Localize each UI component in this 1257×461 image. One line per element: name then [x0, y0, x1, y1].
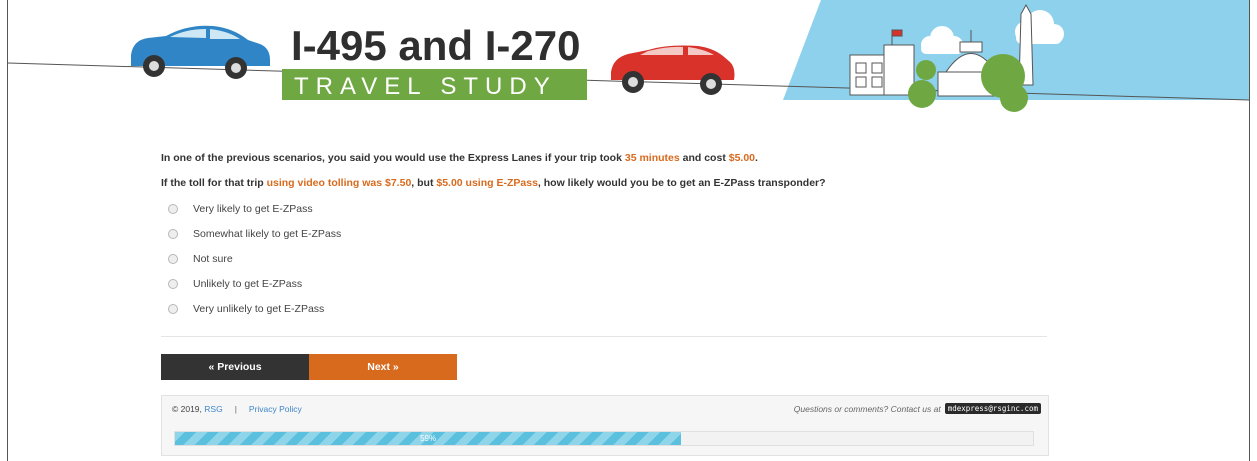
option-label: Very likely to get E-ZPass — [193, 203, 313, 215]
radio-button[interactable] — [168, 304, 178, 314]
contact-email[interactable]: mdexpress@rsginc.com — [944, 403, 1041, 414]
progress-bar: 59% — [174, 431, 1034, 446]
copyright-text: © 2019, — [172, 404, 205, 414]
option-label: Unlikely to get E-ZPass — [193, 278, 303, 290]
rsg-link[interactable]: RSG — [204, 404, 222, 414]
banner-subtitle: TRAVEL STUDY — [294, 73, 557, 100]
footer-separator: | — [234, 404, 237, 414]
footer: © 2019, RSG | Privacy Policy Questions or … — [161, 395, 1049, 456]
red-car-icon — [611, 45, 735, 95]
option-somewhat-likely[interactable]: Somewhat likely to get E-ZPass — [168, 226, 341, 242]
question-text: If the toll for that trip using video to… — [161, 177, 826, 189]
previous-button[interactable]: « Previous — [161, 354, 309, 380]
progress-fill: 59% — [175, 432, 682, 445]
option-very-likely[interactable]: Very likely to get E-ZPass — [168, 201, 313, 217]
option-label: Very unlikely to get E-ZPass — [193, 303, 325, 315]
footer-contact: Questions or comments? Contact us at mde… — [794, 403, 1041, 414]
radio-button[interactable] — [168, 229, 178, 239]
privacy-policy-link[interactable]: Privacy Policy — [249, 404, 302, 414]
travel-study-banner: I-495 and I-270 TRAVEL STUDY — [8, 0, 1249, 112]
progress-label: 59% — [420, 434, 437, 443]
blue-car-icon — [131, 25, 270, 79]
time-highlight: 35 minutes — [624, 152, 680, 164]
cost-highlight: $5.00 — [728, 152, 756, 164]
question-context: In one of the previous scenarios, you sa… — [161, 152, 758, 164]
radio-button[interactable] — [168, 279, 178, 289]
option-label: Not sure — [193, 253, 233, 265]
video-toll-highlight: using video tolling was $7.50 — [266, 177, 412, 189]
option-label: Somewhat likely to get E-ZPass — [193, 228, 342, 240]
page-frame: I-495 and I-270 TRAVEL STUDY In one of t… — [7, 0, 1250, 461]
banner-title: I-495 and I-270 — [291, 22, 580, 69]
option-not-sure[interactable]: Not sure — [168, 251, 233, 267]
next-button[interactable]: Next » — [309, 354, 457, 380]
option-very-unlikely[interactable]: Very unlikely to get E-ZPass — [168, 301, 324, 317]
radio-button[interactable] — [168, 254, 178, 264]
divider — [161, 336, 1047, 337]
radio-button[interactable] — [168, 204, 178, 214]
option-unlikely[interactable]: Unlikely to get E-ZPass — [168, 276, 302, 292]
ezpass-toll-highlight: $5.00 using E-ZPass — [436, 177, 538, 189]
contact-text: Questions or comments? Contact us at — [793, 403, 941, 414]
footer-left: © 2019, RSG | Privacy Policy — [172, 404, 302, 414]
